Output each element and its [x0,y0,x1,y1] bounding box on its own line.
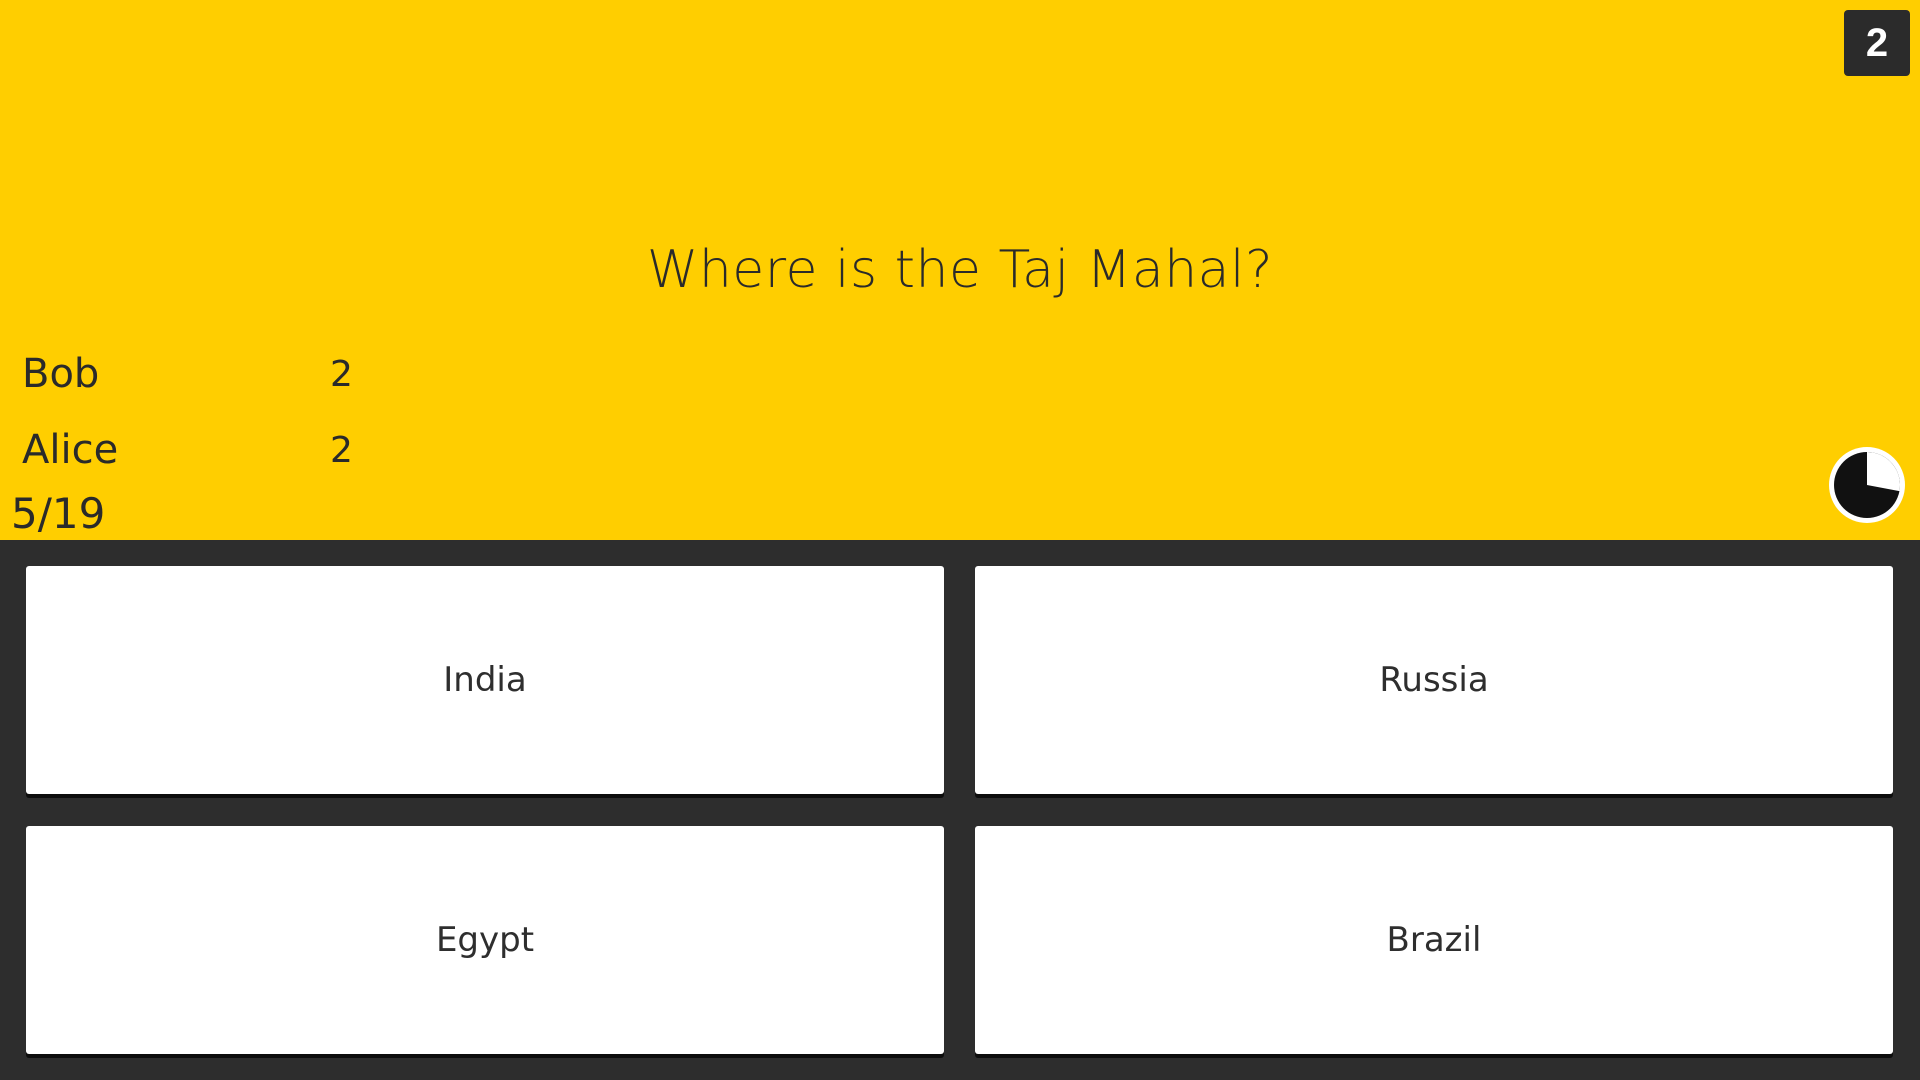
question-panel: 2 Where is the Taj Mahal? Bob 2 Alice 2 … [0,0,1920,540]
answer-button-egypt[interactable]: Egypt [26,826,944,1054]
answer-button-india[interactable]: India [26,566,944,794]
question-progress: 5/19 [11,489,106,538]
pie-timer-icon [1829,447,1905,523]
round-badge: 2 [1844,10,1910,76]
player-name: Bob [22,351,100,397]
answer-button-brazil[interactable]: Brazil [975,826,1893,1054]
timer-elapsed-wedge [1867,452,1900,492]
scoreboard-row: Alice 2 [22,420,362,480]
player-score: 2 [330,430,353,471]
question-text: Where is the Taj Mahal? [646,240,1274,300]
player-name: Alice [22,427,119,473]
player-score: 2 [330,354,353,395]
answer-grid: India Russia Egypt Brazil [0,540,1920,1080]
scoreboard-row: Bob 2 [22,344,362,404]
answer-button-russia[interactable]: Russia [975,566,1893,794]
